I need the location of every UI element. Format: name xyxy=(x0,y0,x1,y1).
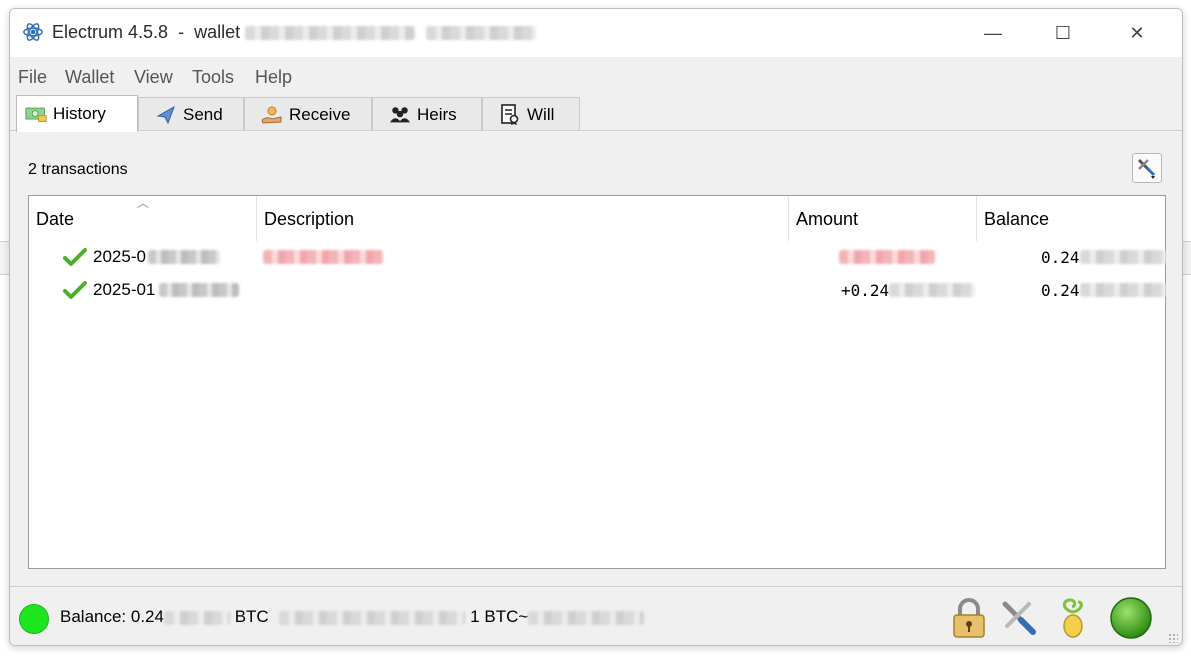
preferences-button[interactable] xyxy=(996,595,1042,641)
history-options-button[interactable] xyxy=(1132,153,1162,183)
app-name: Electrum 4.5.8 xyxy=(52,22,169,42)
menu-bar: File Wallet View Tools Help xyxy=(10,61,1182,93)
tab-will-label: Will xyxy=(527,104,555,124)
heirs-icon xyxy=(389,104,411,126)
date-redacted xyxy=(147,250,220,264)
amount-cell xyxy=(839,245,935,269)
seed-button[interactable] xyxy=(1050,595,1096,641)
transaction-count: 2 transactions xyxy=(28,161,128,178)
balance-text: 0.24 xyxy=(1041,280,1080,300)
tools-icon xyxy=(1137,158,1156,179)
column-amount-label: Amount xyxy=(796,209,859,229)
tab-history[interactable]: History xyxy=(16,95,138,132)
sort-ascending-icon: ︿ xyxy=(137,196,150,210)
tab-heirs-label: Heirs xyxy=(417,104,457,124)
menu-file[interactable]: File xyxy=(18,67,47,88)
balance-text: 0.24 xyxy=(1041,247,1080,267)
balance-cell: 0.24 xyxy=(1041,245,1166,269)
date-text: 2025-01 xyxy=(93,280,156,299)
wallet-type-redacted xyxy=(426,26,537,41)
balance-redacted xyxy=(1079,250,1166,264)
exchange-rate-label: 1 BTC~ xyxy=(470,607,529,626)
tab-receive-label: Receive xyxy=(289,104,351,124)
balance-prefix: Balance: 0.24 xyxy=(60,607,164,626)
amount-cell: +0.24 xyxy=(841,278,976,302)
column-balance-label: Balance xyxy=(984,209,1050,229)
balance-redacted xyxy=(1079,283,1166,297)
will-icon xyxy=(499,103,521,126)
title-separator: - xyxy=(178,22,185,42)
status-bar: Balance: 0.24 BTC 1 BTC~ xyxy=(10,586,1182,645)
column-balance[interactable]: Balance xyxy=(977,196,1165,241)
network-button[interactable] xyxy=(1108,595,1154,641)
tab-send-label: Send xyxy=(183,104,223,124)
date-text: 2025-0 xyxy=(93,247,146,266)
tab-history-label: History xyxy=(53,104,106,123)
menu-view[interactable]: View xyxy=(134,67,173,88)
title-bar[interactable]: Electrum 4.5.8 - wallet — ☐ ✕ xyxy=(10,9,1182,57)
close-button[interactable]: ✕ xyxy=(1107,9,1167,57)
minimize-button[interactable]: — xyxy=(963,9,1023,57)
confirmed-check-icon xyxy=(63,281,87,299)
connection-indicator-icon xyxy=(19,604,49,634)
wallet-label: wallet xyxy=(194,22,241,42)
confirmed-check-icon xyxy=(63,248,87,266)
tab-send[interactable]: Send xyxy=(138,97,244,131)
description-cell xyxy=(263,245,383,269)
menu-tools[interactable]: Tools xyxy=(192,67,234,88)
lock-icon xyxy=(953,598,985,638)
receive-icon xyxy=(261,104,283,126)
table-row[interactable]: 2025-0 0.24 xyxy=(29,245,1166,269)
tab-bar: History Send Receive Heirs Will xyxy=(10,95,1182,132)
table-row[interactable]: 2025-01 +0.24 0.24 xyxy=(29,278,1166,302)
network-status-icon xyxy=(1110,597,1152,639)
date-cell: 2025-0 xyxy=(63,245,220,269)
menu-wallet[interactable]: Wallet xyxy=(65,67,114,88)
wallet-name-redacted xyxy=(245,26,416,41)
date-cell: 2025-01 xyxy=(63,278,240,302)
menu-help[interactable]: Help xyxy=(255,67,292,88)
tab-receive[interactable]: Receive xyxy=(244,97,372,131)
seed-icon xyxy=(1062,598,1083,638)
column-amount[interactable]: Amount xyxy=(789,196,977,241)
balance-amount-redacted xyxy=(163,610,230,625)
amount-redacted xyxy=(889,283,976,297)
column-description[interactable]: Description xyxy=(257,196,789,241)
tab-heirs[interactable]: Heirs xyxy=(372,97,482,131)
preferences-icon xyxy=(1002,601,1036,635)
column-date-label: Date xyxy=(36,209,75,229)
tab-will[interactable]: Will xyxy=(482,97,580,131)
column-date[interactable]: ︿ Date xyxy=(29,196,257,241)
date-redacted xyxy=(159,283,240,297)
history-icon xyxy=(25,103,47,125)
balance-cell: 0.24 xyxy=(1041,278,1166,302)
column-description-label: Description xyxy=(264,209,355,229)
table-header: ︿ Date Description Amount Balance xyxy=(29,196,1165,241)
exchange-rate-redacted xyxy=(528,610,645,625)
balance-status: Balance: 0.24 BTC 1 BTC~ xyxy=(60,607,645,627)
history-panel: 2 transactions ︿ Date Description Amount xyxy=(10,130,1182,586)
amount-text: +0.24 xyxy=(841,280,890,300)
electrum-window: Electrum 4.5.8 - wallet — ☐ ✕ File Walle… xyxy=(9,8,1183,646)
lock-button[interactable] xyxy=(946,595,992,641)
fiat-value-redacted xyxy=(279,610,466,625)
electrum-logo-icon xyxy=(23,23,43,41)
maximize-button[interactable]: ☐ xyxy=(1033,9,1093,57)
history-table[interactable]: ︿ Date Description Amount Balance 2025-0 xyxy=(28,195,1166,569)
balance-unit: BTC xyxy=(234,607,269,626)
amount-redacted xyxy=(839,250,935,264)
description-redacted xyxy=(263,250,383,264)
resize-grip[interactable] xyxy=(1168,633,1178,643)
window-title: Electrum 4.5.8 - wallet xyxy=(52,22,537,43)
send-icon xyxy=(155,104,177,126)
